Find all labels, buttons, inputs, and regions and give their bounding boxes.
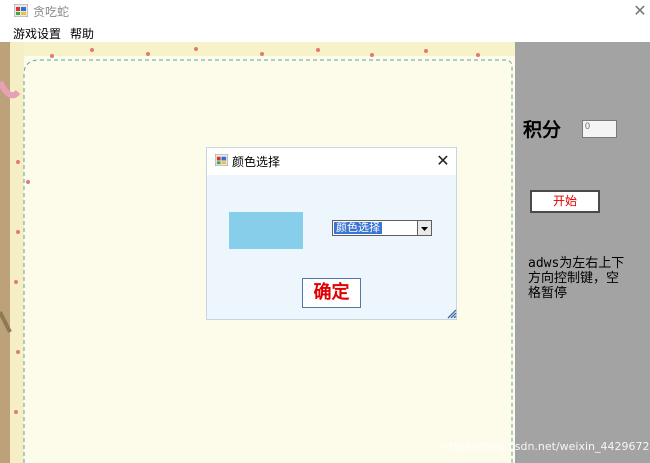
sidebar: 积分 0 开始 adws为左右上下方向控制键，空格暂停: [515, 42, 650, 463]
dialog-close-button[interactable]: ✕: [433, 151, 453, 171]
color-select-value: 颜色选择: [334, 221, 382, 234]
window-close-button[interactable]: ✕: [630, 0, 650, 22]
title-bar: 贪吃蛇 ✕: [0, 0, 650, 22]
app-icon: [14, 4, 28, 17]
score-label: 积分: [523, 119, 562, 141]
color-swatch: [229, 212, 303, 249]
menu-bar: 游戏设置 帮助: [0, 22, 650, 42]
resize-grip-icon[interactable]: [446, 308, 457, 319]
menu-game-settings[interactable]: 游戏设置: [13, 25, 61, 42]
dialog-title-bar: 颜色选择 ✕: [207, 148, 456, 175]
menu-help[interactable]: 帮助: [70, 25, 94, 42]
start-button[interactable]: 开始: [530, 190, 600, 213]
dropdown-arrow-icon[interactable]: [417, 221, 431, 235]
score-field[interactable]: 0: [582, 120, 617, 138]
color-select-dropdown[interactable]: 颜色选择: [332, 220, 432, 236]
dialog-app-icon: [215, 154, 228, 166]
window-title: 贪吃蛇: [33, 5, 70, 19]
dialog-title: 颜色选择: [232, 155, 281, 169]
confirm-button[interactable]: 确定: [302, 278, 361, 308]
color-picker-dialog: 颜色选择 ✕ 颜色选择 确定: [206, 147, 457, 320]
controls-help-text: adws为左右上下方向控制键，空格暂停: [528, 256, 625, 301]
watermark-text: https://blog.csdn.net/weixin_44296728: [442, 440, 650, 453]
